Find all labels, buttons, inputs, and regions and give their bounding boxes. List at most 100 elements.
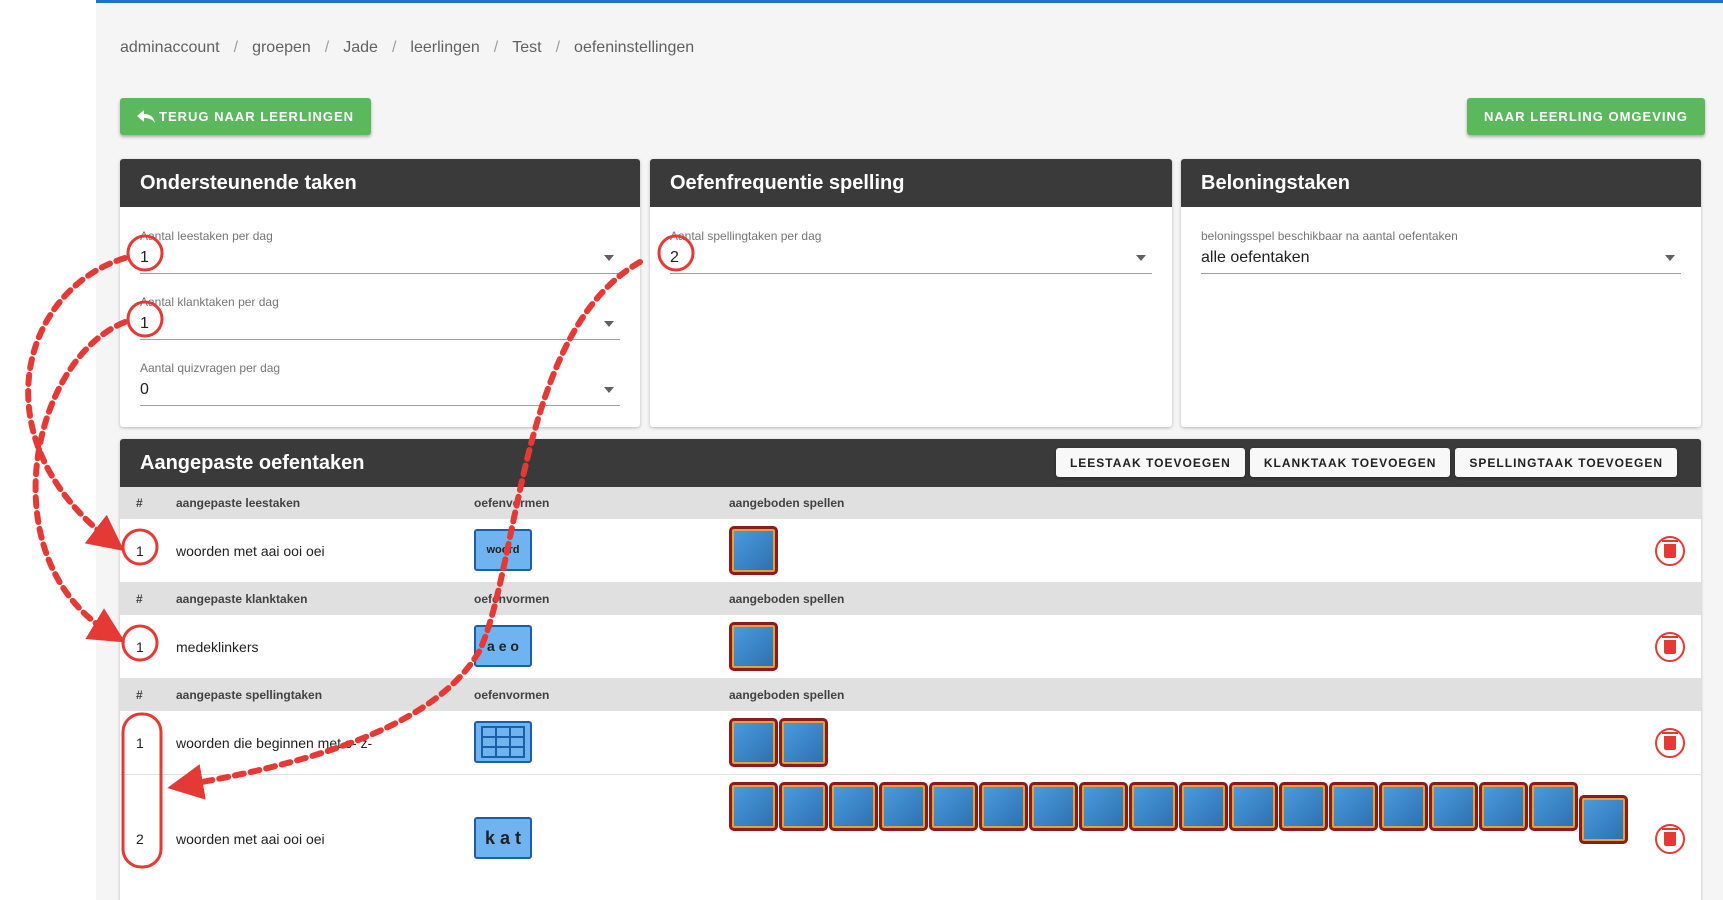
custom-tasks-card: Aangepaste oefentaken LEESTAAK TOEVOEGEN… [120,439,1701,900]
game-thumbnail [879,782,928,831]
student-environment-label: NAAR LEERLING OMGEVING [1483,109,1688,124]
dropdown-caret-icon [1136,255,1146,261]
game-thumbnail [1479,782,1528,831]
game-thumbnail [729,526,778,575]
game-thumbnail [729,718,778,767]
game-thumbnail [1229,782,1278,831]
main-content: adminaccount / groepen / Jade / leerling… [96,0,1723,900]
custom-tasks-toolbar: LEESTAAK TOEVOEGEN KLANKTAAK TOEVOEGEN S… [1055,448,1677,477]
games-list [729,782,1629,844]
sound-tasks-select[interactable]: Aantal klanktaken per dag 1 [140,295,620,340]
quiz-questions-select[interactable]: Aantal quizvragen per dag 0 [140,361,620,406]
grid-form-icon [474,721,532,763]
vowels-form-icon: a e o [474,625,532,667]
breadcrumb-item[interactable]: groepen [252,39,311,57]
student-environment-button[interactable]: NAAR LEERLING OMGEVING [1466,98,1705,135]
header-num: # [136,592,143,606]
dropdown-caret-icon [604,255,614,261]
header-name: aangepaste spellingtaken [176,688,323,702]
word-form-icon: woord [474,529,532,571]
row-number: 1 [136,543,144,559]
game-thumbnail [1529,782,1578,831]
delete-row-button[interactable] [1655,536,1685,566]
field-label: beloningsspel beschikbaar na aantal oefe… [1201,229,1458,243]
game-thumbnail [829,782,878,831]
games-list [729,622,778,671]
header-name: aangepaste leestaken [176,496,301,510]
field-label: Aantal leestaken per dag [140,229,273,243]
trash-icon [1662,828,1678,846]
table-header: # aangepaste klanktaken oefenvormen aang… [120,583,1701,615]
game-thumbnail [1579,795,1628,844]
breadcrumb-separator: / [493,39,499,56]
breadcrumb-item[interactable]: Jade [343,39,378,57]
table-row: 1 woorden die beginnen met s- z- [120,711,1701,775]
game-thumbnail [1029,782,1078,831]
add-spelling-task-button[interactable]: SPELLINGTAAK TOEVOEGEN [1455,448,1677,477]
game-thumbnail [1379,782,1428,831]
back-to-students-button[interactable]: TERUG NAAR LEERLINGEN [120,98,372,135]
trash-icon [1662,732,1678,750]
field-value: 2 [670,249,679,266]
game-thumbnail [1179,782,1228,831]
delete-row-button[interactable] [1655,728,1685,758]
spelling-tasks-select[interactable]: Aantal spellingtaken per dag 2 [670,229,1152,274]
game-thumbnail [779,782,828,831]
table-header: # aangepaste leestaken oefenvormen aange… [120,487,1701,519]
add-sound-task-button[interactable]: KLANKTAAK TOEVOEGEN [1249,448,1451,477]
trash-icon [1662,540,1678,558]
trash-icon [1662,636,1678,654]
reply-icon [137,109,155,123]
delete-row-button[interactable] [1655,632,1685,662]
add-reading-task-button[interactable]: LEESTAAK TOEVOEGEN [1055,448,1245,477]
header-games: aangeboden spellen [729,688,845,702]
header-forms: oefenvormen [474,592,550,606]
field-label: Aantal spellingtaken per dag [670,229,822,243]
header-forms: oefenvormen [474,496,550,510]
support-tasks-title: Ondersteunende taken [120,159,640,207]
header-name: aangepaste klanktaken [176,592,308,606]
header-games: aangeboden spellen [729,592,845,606]
breadcrumb-item[interactable]: adminaccount [120,39,220,57]
header-games: aangeboden spellen [729,496,845,510]
row-number: 1 [136,735,144,751]
table-row: 1 medeklinkers a e o [120,615,1701,679]
game-thumbnail [979,782,1028,831]
header-num: # [136,496,143,510]
delete-row-button[interactable] [1655,824,1685,854]
game-thumbnail [1279,782,1328,831]
spelling-frequency-title: Oefenfrequentie spelling [650,159,1172,207]
support-tasks-card: Ondersteunende taken Aantal leestaken pe… [120,159,640,427]
reading-tasks-select[interactable]: Aantal leestaken per dag 1 [140,229,620,274]
row-name: medeklinkers [176,639,259,655]
games-list [729,526,778,575]
row-name: woorden met aai ooi oei [176,831,325,847]
game-thumbnail [729,782,778,831]
dropdown-caret-icon [1665,255,1675,261]
game-thumbnail [779,718,828,767]
breadcrumb: adminaccount / groepen / Jade / leerling… [120,39,694,57]
games-list [729,718,828,767]
row-number: 2 [136,831,144,847]
spelling-frequency-card: Oefenfrequentie spelling Aantal spelling… [650,159,1172,427]
field-value: 0 [140,381,149,398]
game-thumbnail [1129,782,1178,831]
breadcrumb-separator: / [324,39,330,56]
breadcrumb-item[interactable]: Test [512,39,541,57]
game-thumbnail [929,782,978,831]
reward-tasks-title: Beloningstaken [1181,159,1701,207]
field-label: Aantal quizvragen per dag [140,361,281,375]
field-value: alle oefentaken [1201,249,1310,266]
breadcrumb-separator: / [391,39,397,56]
breadcrumb-item[interactable]: leerlingen [410,39,479,57]
header-num: # [136,688,143,702]
game-thumbnail [1079,782,1128,831]
table-row: 1 woorden met aai ooi oei woord [120,519,1701,583]
field-value: 1 [140,249,149,266]
game-thumbnail [729,622,778,671]
grid-icon [481,726,525,758]
game-thumbnail [1429,782,1478,831]
field-label: Aantal klanktaken per dag [140,295,279,309]
reward-game-select[interactable]: beloningsspel beschikbaar na aantal oefe… [1201,229,1681,274]
breadcrumb-separator: / [233,39,239,56]
